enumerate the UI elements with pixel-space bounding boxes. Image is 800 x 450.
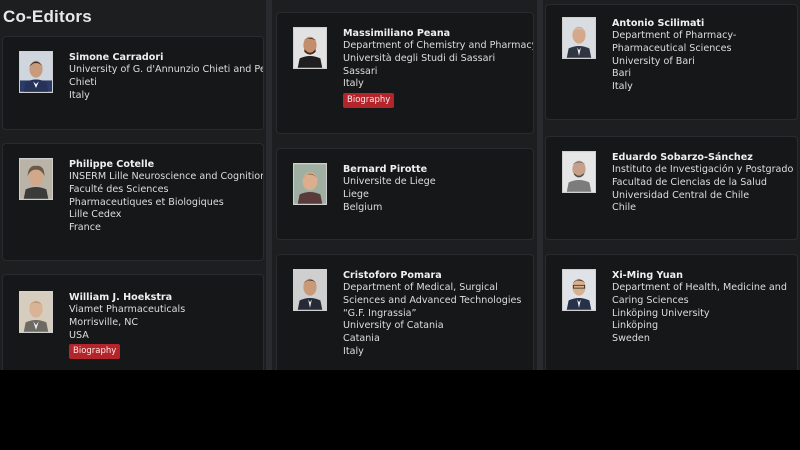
biography-button[interactable]: Biography — [69, 344, 121, 360]
editor-card: Xi-Ming Yuan Department of Health, Medic… — [545, 254, 798, 370]
editor-card: Antonio Scilimati Department of Pharmacy… — [545, 4, 798, 120]
editor-affiliation: Department of Chemistry and Pharmacy — [343, 40, 534, 51]
editor-card: Eduardo Sobarzo-Sánchez Instituto de Inv… — [545, 136, 798, 240]
editor-affiliation: INSERM Lille Neuroscience and Cognition — [69, 171, 264, 182]
editor-country: Chile — [612, 202, 637, 214]
editor-affiliation: Department of Health, Medicine and Carin… — [612, 282, 787, 306]
editor-name: Xi-Ming Yuan — [612, 270, 683, 281]
page-title: Co-Editors — [3, 7, 92, 26]
column-divider — [266, 0, 272, 370]
editor-city: Linköping — [612, 320, 659, 332]
portrait-photo — [562, 269, 596, 311]
editor-institution: University of Catania — [343, 320, 444, 332]
editor-card: William J. Hoekstra Viamet Pharmaceutica… — [2, 274, 264, 370]
editor-name: Cristoforo Pomara — [343, 270, 442, 281]
editor-card: Cristoforo Pomara Department of Medical,… — [276, 254, 534, 370]
editor-affiliation: University of G. d'Annunzio Chieti and P… — [69, 64, 263, 75]
editor-institution: Linköping University — [612, 307, 710, 319]
editor-name: Philippe Cotelle — [69, 159, 155, 170]
editor-institution: Universidad Central de Chile — [612, 189, 750, 201]
editor-name: William J. Hoekstra — [69, 292, 173, 303]
editor-name: Antonio Scilimati — [612, 18, 705, 29]
editor-country: Belgium — [343, 201, 383, 213]
portrait-photo — [293, 269, 327, 311]
column-divider — [537, 0, 543, 370]
biography-button[interactable]: Biography — [343, 93, 395, 109]
portrait-photo — [562, 17, 596, 59]
editor-faculty: Faculté des Sciences Pharmaceutiques et … — [69, 183, 224, 208]
editor-country: Sweden — [612, 333, 650, 345]
editor-institution: University of Bari — [612, 55, 695, 67]
page-viewport: Co-Editors Simone Carradori University o… — [0, 0, 800, 370]
editor-affiliation: Universite de Liege — [343, 176, 436, 187]
editor-card: Philippe Cotelle INSERM Lille Neuroscien… — [2, 143, 264, 261]
editor-affiliation: Instituto de Investigación y Postgrado — [612, 164, 794, 175]
editor-name: Bernard Pirotte — [343, 164, 428, 175]
editor-city: Catania — [343, 333, 380, 345]
editor-card: Simone Carradori University of G. d'Annu… — [2, 36, 264, 130]
editor-name: Massimiliano Peana — [343, 28, 451, 39]
editor-institution: Università degli Studi di Sassari — [343, 52, 496, 64]
editor-faculty: Facultad de Ciencias de la Salud — [612, 176, 768, 188]
editor-country: Italy — [69, 89, 90, 101]
editor-country: France — [69, 222, 101, 234]
editor-country: USA — [69, 329, 89, 341]
editor-country: Italy — [343, 78, 364, 90]
editor-city: Chieti — [69, 76, 97, 88]
portrait-photo — [293, 27, 327, 69]
editor-country: Italy — [612, 81, 633, 93]
portrait-photo — [19, 291, 53, 333]
editor-card: Massimiliano Peana Department of Chemist… — [276, 12, 534, 134]
editor-name: Eduardo Sobarzo-Sánchez — [612, 152, 753, 163]
portrait-photo — [562, 151, 596, 193]
editor-affiliation: Viamet Pharmaceuticals — [69, 304, 186, 315]
editor-affiliation: Department of Medical, Surgical Sciences… — [343, 282, 522, 319]
editor-affiliation: Department of Pharmacy-Pharmaceutical Sc… — [612, 30, 737, 54]
editor-city: Bari — [612, 68, 632, 80]
editor-city: Sassari — [343, 65, 378, 77]
editor-name: Simone Carradori — [69, 52, 164, 63]
editor-card: Bernard Pirotte Universite de Liege Lieg… — [276, 148, 534, 240]
editor-city: Lille Cedex — [69, 209, 122, 221]
portrait-photo — [293, 163, 327, 205]
portrait-photo — [19, 158, 53, 200]
editor-city: Liege — [343, 188, 369, 200]
editor-city: Morrisville, NC — [69, 316, 139, 328]
editor-country: Italy — [343, 345, 364, 357]
portrait-photo — [19, 51, 53, 93]
